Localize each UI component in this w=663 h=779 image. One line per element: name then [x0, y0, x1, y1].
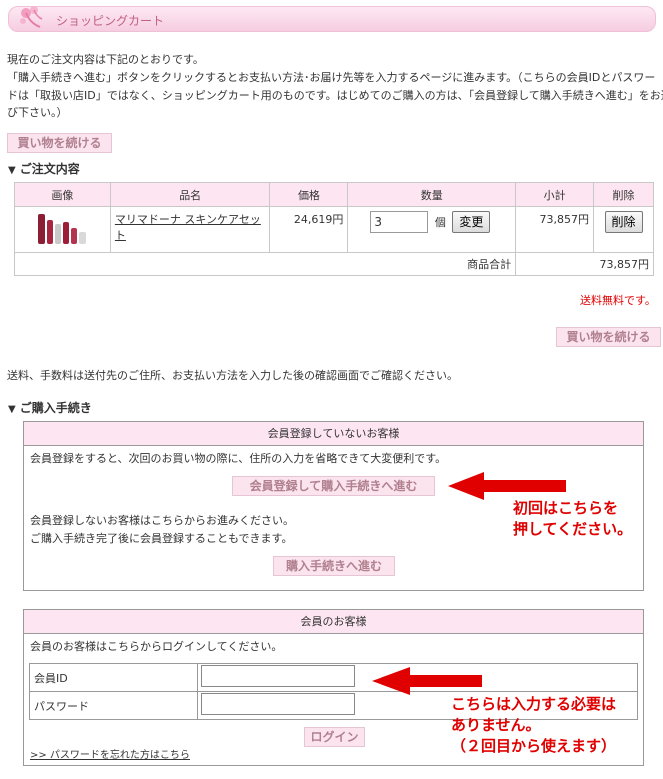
no-input-note-line-2: ありません。	[451, 716, 541, 734]
guest-box-title: 会員登録していないお客様	[24, 422, 643, 446]
quantity-cell: 3 個 変更	[347, 206, 517, 253]
intro-line-2: 「購入手続きへ進む」ボタンをクリックするとお支払い方法･お届け先等を入力するペー…	[7, 71, 656, 84]
col-subtotal: 小計	[515, 182, 595, 207]
cart-header-row: 画像 品名 価格 数量 小計 削除	[14, 182, 654, 207]
col-delete: 削除	[593, 182, 654, 207]
intro-line-1: 現在のご注文内容は下記のとおりです。	[7, 53, 204, 66]
cart-table: 画像 品名 価格 数量 小計 削除 マリマドーナ スキンケアセット 24,619…	[13, 182, 654, 276]
no-input-note-line-1: こちらは入力する必要は	[451, 695, 617, 713]
quantity-unit: 個	[434, 216, 446, 229]
intro-line-4: び下さい。）	[7, 106, 68, 119]
cart-total-row: 商品合計 73,857円	[13, 252, 654, 276]
product-name-cell: マリマドーナ スキンケアセット	[109, 206, 271, 253]
item-subtotal: 73,857円	[515, 206, 595, 253]
member-id-label: 会員ID	[29, 663, 198, 692]
product-name-link[interactable]: マリマドーナ スキンケアセット	[115, 213, 261, 242]
shipping-free-text: 送料無料です。	[580, 294, 656, 307]
product-image-cell	[14, 206, 111, 253]
guest-box-desc-3: ご購入手続き完了後に会員登録することもできます。	[30, 532, 293, 545]
triangle-down-icon: ▼	[8, 404, 16, 415]
password-input[interactable]	[201, 693, 355, 715]
intro-line-3: ドは「取扱い店ID」ではなく、ショッピングカート用のものです。はじめてのご購入の…	[7, 89, 663, 102]
password-label: パスワード	[29, 691, 198, 720]
login-button[interactable]: ログイン	[304, 727, 365, 747]
guest-box-desc: 会員登録をすると、次回のお買い物の際に、住所の入力を省略できて大変便利です。	[30, 452, 447, 465]
cart-item-row: マリマドーナ スキンケアセット 24,619円 3 個 変更 73,857円 削…	[14, 206, 654, 253]
forgot-password-link[interactable]: >> パスワードを忘れた方はこちら	[30, 747, 190, 764]
continue-shopping-button-bottom[interactable]: 買い物を続ける	[556, 327, 661, 347]
red-arrow-left-icon	[448, 472, 566, 500]
first-time-note-line-1: 初回はこちらを	[513, 499, 619, 517]
page-title: ショッピングカート	[56, 14, 165, 28]
order-section-title-text: ご注文内容	[19, 162, 80, 176]
guest-box-desc-2: 会員登録しないお客様はこちらからお進みください。	[30, 514, 294, 527]
triangle-down-icon: ▼	[8, 165, 16, 176]
first-time-note-line-2: 押してください。	[513, 520, 633, 538]
member-box-title: 会員のお客様	[24, 610, 643, 634]
no-input-note-line-3: （２回目から使えます）	[451, 737, 617, 755]
col-name: 品名	[109, 182, 271, 207]
quantity-input[interactable]: 3	[370, 211, 429, 233]
order-section-title: ▼ ご注文内容	[8, 160, 80, 177]
col-price: 価格	[269, 182, 349, 207]
flower-logo-icon	[20, 6, 43, 28]
col-image: 画像	[14, 182, 111, 207]
member-box-desc: 会員のお客様はこちらからログインしてください。	[30, 640, 283, 653]
continue-shopping-button-top[interactable]: 買い物を続ける	[7, 133, 112, 153]
delete-cell: 削除	[593, 206, 654, 253]
product-image[interactable]	[32, 210, 92, 246]
purchase-section-title: ▼ ご購入手続き	[8, 399, 92, 416]
fee-note: 送料、手数料は送付先のご住所、お支払い方法を入力した後の確認画面でご確認ください…	[7, 369, 458, 382]
register-and-purchase-button[interactable]: 会員登録して購入手続きへ進む	[232, 476, 435, 496]
change-quantity-button[interactable]: 変更	[452, 211, 491, 233]
member-id-input[interactable]	[201, 665, 355, 687]
page-header: ショッピングカート	[0, 0, 663, 36]
product-price: 24,619円	[269, 206, 349, 253]
purchase-section-title-text: ご購入手続き	[19, 401, 92, 415]
delete-item-button[interactable]: 削除	[604, 211, 643, 233]
red-arrow-left-icon	[372, 667, 482, 695]
total-value: 73,857円	[515, 252, 654, 276]
member-id-row: 会員ID	[29, 663, 638, 692]
total-label: 商品合計	[13, 252, 517, 276]
col-quantity: 数量	[347, 182, 517, 207]
proceed-to-purchase-button[interactable]: 購入手続きへ進む	[273, 556, 395, 576]
